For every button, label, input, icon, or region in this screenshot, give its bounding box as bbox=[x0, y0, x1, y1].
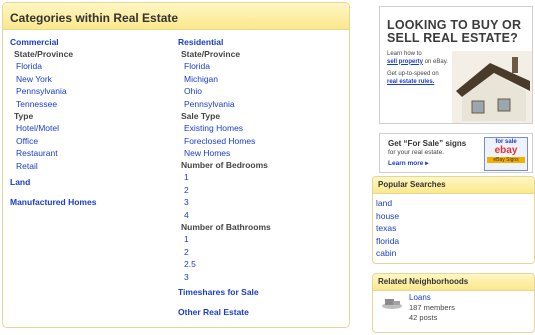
sale-type-label: Sale Type bbox=[181, 111, 221, 121]
sale-type-existing[interactable]: Existing Homes bbox=[184, 122, 255, 135]
ad-update-prefix: Get up-to-speed on bbox=[387, 71, 439, 77]
categories-panel: Categories within Real Estate Commercial… bbox=[2, 2, 350, 328]
ad-learn-prefix: Learn how to bbox=[387, 51, 422, 57]
categories-title: Categories within Real Estate bbox=[10, 11, 179, 25]
residential-state-michigan[interactable]: Michigan bbox=[184, 73, 235, 86]
popular-search-house[interactable]: house bbox=[376, 210, 534, 223]
popular-searches-title: Popular Searches bbox=[373, 177, 534, 194]
sale-type-new[interactable]: New Homes bbox=[184, 147, 255, 160]
manufactured-homes-link[interactable]: Manufactured Homes bbox=[10, 197, 96, 207]
ad-real-estate-rules-link[interactable]: real estate rules. bbox=[387, 79, 434, 85]
buy-sell-ad[interactable]: LOOKING TO BUY OR SELL REAL ESTATE? Lear… bbox=[379, 6, 533, 124]
bathrooms-3[interactable]: 3 bbox=[184, 271, 196, 284]
commercial-state-pennsylvania[interactable]: Pennsylvania bbox=[16, 85, 67, 98]
popular-search-cabin[interactable]: cabin bbox=[376, 247, 534, 260]
commercial-type-restaurant[interactable]: Restaurant bbox=[16, 147, 59, 160]
commercial-type-retail[interactable]: Retail bbox=[16, 160, 59, 173]
sale-type-foreclosed[interactable]: Foreclosed Homes bbox=[184, 135, 255, 148]
loans-members-count: 187 members bbox=[409, 303, 455, 312]
bathrooms-1[interactable]: 1 bbox=[184, 233, 196, 246]
commercial-type-office[interactable]: Office bbox=[16, 135, 59, 148]
bedrooms-1[interactable]: 1 bbox=[184, 171, 189, 184]
ad-sell-property-link[interactable]: sell property bbox=[387, 59, 423, 65]
popular-search-florida[interactable]: florida bbox=[376, 235, 534, 248]
residential-state-ohio[interactable]: Ohio bbox=[184, 85, 235, 98]
commercial-type-label: Type bbox=[14, 111, 34, 121]
timeshares-link[interactable]: Timeshares for Sale bbox=[178, 287, 259, 297]
residential-link[interactable]: Residential bbox=[178, 37, 223, 47]
ebay-logo-icon: ebay bbox=[494, 145, 518, 156]
popular-searches-list: land house texas florida cabin bbox=[373, 194, 534, 260]
residential-state-pennsylvania[interactable]: Pennsylvania bbox=[184, 98, 235, 111]
ad-learn-suffix: on eBay. bbox=[424, 58, 448, 65]
other-real-estate-link[interactable]: Other Real Estate bbox=[178, 307, 249, 317]
signs-subtitle: for your real estate. bbox=[388, 149, 444, 156]
signs-learn-more-link[interactable]: Learn more ▸ bbox=[388, 159, 428, 167]
bedrooms-label: Number of Bedrooms bbox=[181, 160, 268, 170]
loans-neighborhood-icon bbox=[382, 299, 402, 309]
commercial-type-hotel-motel[interactable]: Hotel/Motel bbox=[16, 122, 59, 135]
ebay-signs-badge: for sale ebay eBay Signs bbox=[484, 137, 528, 171]
ad-headline: LOOKING TO BUY OR SELL REAL ESTATE? bbox=[387, 19, 521, 45]
popular-search-texas[interactable]: texas bbox=[376, 222, 534, 235]
house-illustration-icon bbox=[452, 51, 532, 123]
for-sale-signs-ad[interactable]: Get “For Sale” signs for your real estat… bbox=[379, 133, 533, 173]
commercial-type-list: Hotel/Motel Office Restaurant Retail bbox=[16, 122, 59, 172]
related-neighborhoods-box: Related Neighborhoods Loans 187 members … bbox=[372, 273, 535, 333]
commercial-state-list: Florida New York Pennsylvania Tennessee bbox=[16, 60, 67, 110]
land-link[interactable]: Land bbox=[10, 177, 30, 187]
ad-headline-line2: SELL REAL ESTATE? bbox=[387, 31, 518, 45]
commercial-link[interactable]: Commercial bbox=[10, 37, 59, 47]
residential-state-label: State/Province bbox=[181, 49, 241, 59]
bedrooms-4[interactable]: 4 bbox=[184, 209, 189, 222]
related-neighborhoods-title: Related Neighborhoods bbox=[373, 274, 534, 291]
loans-neighborhood-link[interactable]: Loans bbox=[409, 293, 431, 302]
badge-ebay-signs: eBay Signs bbox=[487, 157, 525, 163]
bathrooms-2-5[interactable]: 2.5 bbox=[184, 258, 196, 271]
ad-learn-text: Learn how to sell property on eBay. bbox=[387, 51, 455, 66]
residential-state-florida[interactable]: Florida bbox=[184, 60, 235, 73]
bathrooms-2[interactable]: 2 bbox=[184, 246, 196, 259]
bathrooms-list: 1 2 2.5 3 bbox=[184, 233, 196, 283]
commercial-state-tennessee[interactable]: Tennessee bbox=[16, 98, 67, 111]
popular-searches-box: Popular Searches land house texas florid… bbox=[372, 176, 535, 264]
ad-headline-line1: LOOKING TO BUY OR bbox=[387, 18, 522, 32]
commercial-state-label: State/Province bbox=[14, 49, 74, 59]
loans-posts-count: 42 posts bbox=[409, 313, 438, 322]
bedrooms-2[interactable]: 2 bbox=[184, 184, 189, 197]
bedrooms-list: 1 2 3 4 bbox=[184, 171, 189, 221]
ad-update-text: Get up-to-speed on real estate rules. bbox=[387, 71, 455, 86]
sale-type-list: Existing Homes Foreclosed Homes New Home… bbox=[184, 122, 255, 160]
signs-title: Get “For Sale” signs bbox=[388, 139, 467, 148]
commercial-state-florida[interactable]: Florida bbox=[16, 60, 67, 73]
bedrooms-3[interactable]: 3 bbox=[184, 196, 189, 209]
commercial-state-new-york[interactable]: New York bbox=[16, 73, 67, 86]
residential-state-list: Florida Michigan Ohio Pennsylvania bbox=[184, 60, 235, 110]
bathrooms-label: Number of Bathrooms bbox=[181, 222, 271, 232]
popular-search-land[interactable]: land bbox=[376, 197, 534, 210]
